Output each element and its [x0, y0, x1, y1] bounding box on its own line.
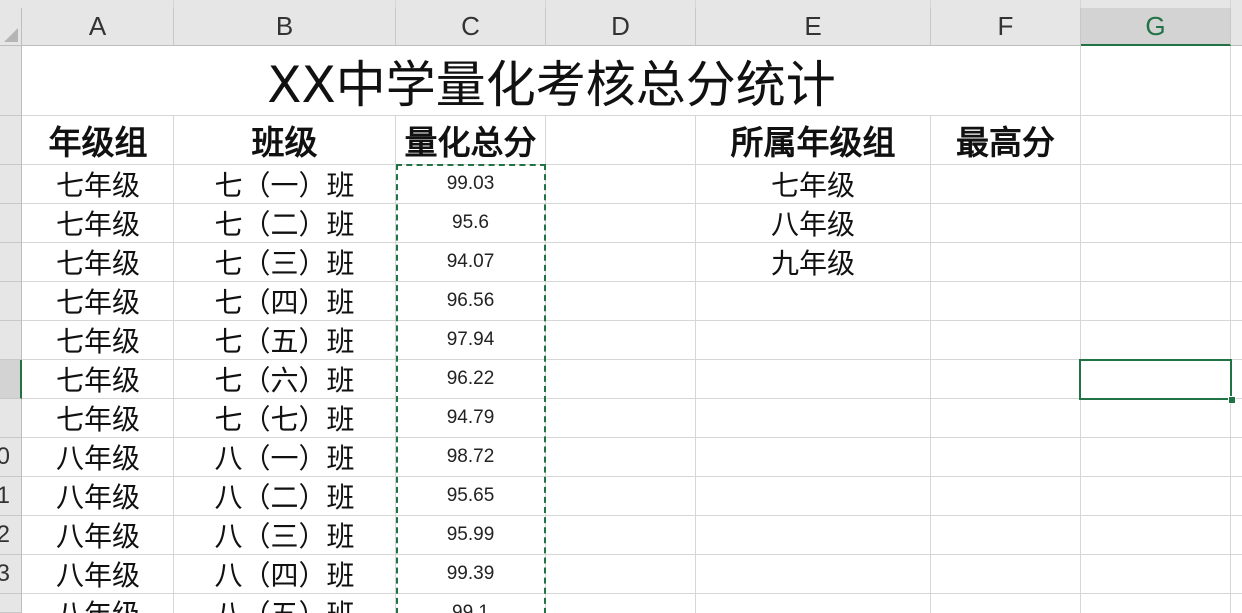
- grade-cell[interactable]: 七年级: [23, 282, 173, 320]
- class-cell[interactable]: 七（二）班: [174, 204, 395, 242]
- grade-cell[interactable]: 七年级: [23, 321, 173, 359]
- grade-cell[interactable]: 七年级: [23, 204, 173, 242]
- grade-cell[interactable]: 七年级: [23, 165, 173, 203]
- grade-cell[interactable]: 八年级: [23, 555, 173, 593]
- grade-cell[interactable]: 八年级: [23, 516, 173, 554]
- column-header-h[interactable]: [1231, 8, 1242, 46]
- fill-handle[interactable]: [1228, 396, 1236, 404]
- toolbar-edge: [0, 0, 1242, 8]
- row-header[interactable]: 1: [0, 477, 22, 516]
- class-cell[interactable]: 七（三）班: [174, 243, 395, 281]
- column-header-b[interactable]: B: [174, 8, 396, 46]
- row-header[interactable]: [0, 360, 22, 399]
- header-max-score[interactable]: 最高分: [931, 116, 1080, 164]
- header-belonging-grade-group[interactable]: 所属年级组: [696, 116, 930, 164]
- header-total-score[interactable]: 量化总分: [396, 116, 545, 164]
- class-cell[interactable]: 七（四）班: [174, 282, 395, 320]
- row-header[interactable]: [0, 243, 22, 282]
- row-header[interactable]: [0, 116, 22, 165]
- row-header[interactable]: [0, 321, 22, 360]
- class-cell[interactable]: 八（五）班: [174, 594, 395, 613]
- column-header-a[interactable]: A: [22, 8, 174, 46]
- header-grade-group[interactable]: 年级组: [23, 116, 173, 164]
- class-cell[interactable]: 八（四）班: [174, 555, 395, 593]
- grade-cell[interactable]: 八年级: [23, 594, 173, 613]
- column-header-g[interactable]: G: [1081, 8, 1231, 46]
- column-header-e[interactable]: E: [696, 8, 931, 46]
- class-cell[interactable]: 七（五）班: [174, 321, 395, 359]
- class-cell[interactable]: 八（一）班: [174, 438, 395, 476]
- grade-group-cell[interactable]: 八年级: [696, 204, 930, 242]
- gridline: [1080, 0, 1081, 613]
- row-header[interactable]: [0, 46, 22, 116]
- grade-cell[interactable]: 八年级: [23, 477, 173, 515]
- row-header[interactable]: 3: [0, 555, 22, 594]
- row-header[interactable]: 2: [0, 516, 22, 555]
- copy-range-marquee: [396, 164, 546, 613]
- class-cell[interactable]: 七（七）班: [174, 399, 395, 437]
- row-header[interactable]: [0, 204, 22, 243]
- header-class[interactable]: 班级: [174, 116, 395, 164]
- row-header[interactable]: [0, 282, 22, 321]
- active-cell-g8[interactable]: [1079, 359, 1232, 400]
- grade-cell[interactable]: 七年级: [23, 360, 173, 398]
- select-all-button[interactable]: [0, 8, 22, 46]
- grade-group-cell[interactable]: 七年级: [696, 165, 930, 203]
- row-header[interactable]: 0: [0, 438, 22, 477]
- grade-cell[interactable]: 七年级: [23, 243, 173, 281]
- gridline: [1230, 0, 1231, 613]
- column-header-d[interactable]: D: [546, 8, 696, 46]
- class-cell[interactable]: 八（三）班: [174, 516, 395, 554]
- column-header-c[interactable]: C: [396, 8, 546, 46]
- row-header[interactable]: [0, 165, 22, 204]
- grade-cell[interactable]: 八年级: [23, 438, 173, 476]
- row-header[interactable]: [0, 594, 22, 613]
- grade-cell[interactable]: 七年级: [23, 399, 173, 437]
- row-header[interactable]: [0, 399, 22, 438]
- sheet-title[interactable]: XX中学量化考核总分统计: [23, 46, 1080, 115]
- class-cell[interactable]: 七（六）班: [174, 360, 395, 398]
- class-cell[interactable]: 八（二）班: [174, 477, 395, 515]
- spreadsheet-grid: A B C D E F G 0 1 2 3 XX中学量化考核总分统计 年级组 班…: [0, 0, 1242, 613]
- grade-group-cell[interactable]: 九年级: [696, 243, 930, 281]
- column-header-f[interactable]: F: [931, 8, 1081, 46]
- class-cell[interactable]: 七（一）班: [174, 165, 395, 203]
